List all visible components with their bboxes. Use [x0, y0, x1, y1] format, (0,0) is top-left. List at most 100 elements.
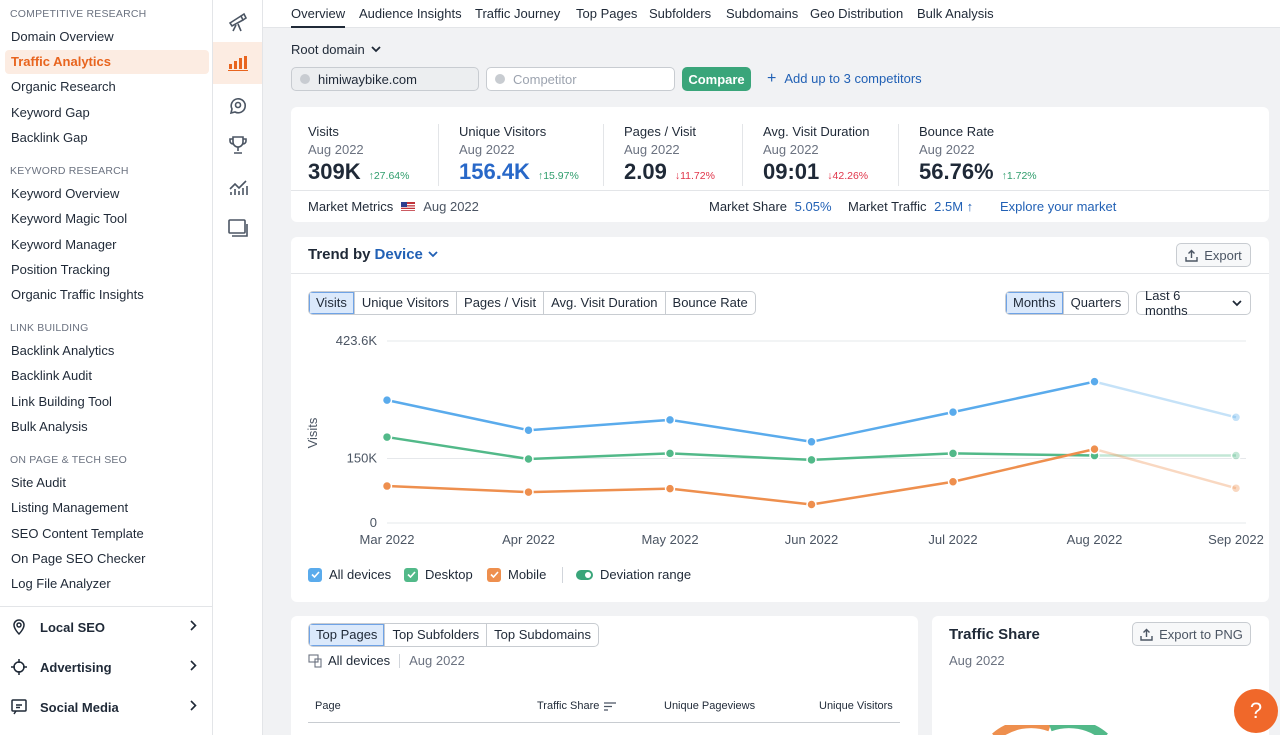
menu-item-organic-traffic-insights[interactable]: Organic Traffic Insights	[5, 283, 209, 307]
trend-title-prefix: Trend by	[308, 246, 371, 263]
menu-divider	[0, 606, 213, 607]
tab-top-pages-list[interactable]: Top Pages	[309, 624, 385, 646]
add-competitors-link[interactable]: + Add up to 3 competitors	[767, 69, 922, 87]
data-point	[947, 476, 959, 488]
bar-chart-icon[interactable]	[213, 42, 262, 84]
plus-icon: +	[767, 69, 777, 87]
trophy-icon[interactable]	[213, 124, 262, 166]
metric-tab-visits[interactable]: Visits	[309, 292, 354, 314]
root-domain-dropdown[interactable]: Root domain	[291, 42, 381, 57]
trend-chart: 0 150K 423.6K Visits Mar 2022 Apr 2022 May 202…	[305, 333, 1264, 547]
deviation-range-toggle[interactable]: Deviation range	[576, 567, 691, 582]
traffic-share-header-label: Traffic Share	[537, 700, 600, 712]
social-chat-icon	[10, 698, 28, 716]
data-point	[806, 454, 817, 466]
checkbox-checked-icon	[308, 567, 322, 582]
menu-item-keyword-overview[interactable]: Keyword Overview	[5, 182, 209, 206]
speech-bubble-icon[interactable]	[213, 84, 262, 126]
menu-group-advertising[interactable]: Advertising	[0, 650, 213, 684]
competitor-input[interactable]: Competitor	[486, 67, 675, 91]
tab-traffic-journey[interactable]: Traffic Journey	[475, 6, 560, 28]
data-point	[1230, 450, 1242, 461]
menu-item-bulk-analysis[interactable]: Bulk Analysis	[5, 415, 209, 439]
menu-group-social-media[interactable]: Social Media	[0, 690, 213, 724]
menu-item-backlink-analytics[interactable]: Backlink Analytics	[5, 339, 209, 363]
market-traffic: Market Traffic 2.5M ↑	[848, 199, 973, 214]
metric-delta-value: 11.72%	[680, 170, 715, 182]
period-tab-months[interactable]: Months	[1006, 292, 1063, 314]
menu-item-organic-research[interactable]: Organic Research	[5, 75, 209, 99]
column-header-page[interactable]: Page	[315, 700, 341, 712]
tab-geo-distribution[interactable]: Geo Distribution	[810, 6, 903, 28]
menu-item-position-tracking[interactable]: Position Tracking	[5, 258, 209, 282]
tab-audience-insights[interactable]: Audience Insights	[359, 6, 462, 28]
legend-mobile[interactable]: Mobile	[487, 567, 546, 582]
column-header-unique-visitors[interactable]: Unique Visitors	[819, 700, 893, 712]
export-button[interactable]: Export	[1176, 243, 1251, 267]
menu-item-keyword-manager[interactable]: Keyword Manager	[5, 233, 209, 257]
data-point	[523, 486, 534, 498]
tab-subdomains[interactable]: Subdomains	[726, 6, 798, 28]
metric-value: 156.4K	[459, 159, 530, 184]
metric-tab-bounce-rate[interactable]: Bounce Rate	[664, 292, 755, 314]
device-dropdown[interactable]: Device	[375, 246, 438, 263]
market-date: Aug 2022	[423, 199, 479, 214]
data-point	[1230, 412, 1242, 423]
tab-top-subdomains[interactable]: Top Subdomains	[486, 624, 598, 646]
period-tab-quarters[interactable]: Quarters	[1062, 292, 1129, 314]
domain-value: himiwaybike.com	[318, 71, 417, 87]
metric-value: 2.09	[624, 159, 667, 184]
metric-tab-unique-visitors[interactable]: Unique Visitors	[353, 292, 456, 314]
legend-desktop[interactable]: Desktop	[404, 567, 473, 582]
menu-item-listing-management[interactable]: Listing Management	[5, 496, 209, 520]
menu-item-domain-overview[interactable]: Domain Overview	[5, 25, 209, 49]
layers-icon[interactable]	[213, 207, 262, 249]
root-domain-label: Root domain	[291, 42, 365, 57]
help-button[interactable]: ?	[1234, 689, 1278, 733]
tab-overview[interactable]: Overview	[291, 6, 346, 28]
menu-section-heading: LINK BUILDING	[10, 322, 89, 334]
metric-tab-avg-visit-duration[interactable]: Avg. Visit Duration	[543, 292, 664, 314]
compare-button[interactable]: Compare	[682, 67, 751, 91]
metric-title: Avg. Visit Duration	[763, 124, 870, 139]
data-point	[806, 436, 817, 448]
top-pages-tabs: Top Pages Top Subfolders Top Subdomains	[308, 623, 600, 647]
legend-all-devices[interactable]: All devices	[308, 567, 391, 582]
metric-delta-value: 27.64%	[373, 170, 410, 182]
range-dropdown[interactable]: Last 6 months	[1136, 288, 1251, 318]
menu-group-local-seo[interactable]: Local SEO	[0, 610, 213, 644]
menu-item-seo-content-template[interactable]: SEO Content Template	[5, 522, 209, 546]
menu-item-keyword-gap[interactable]: Keyword Gap	[5, 101, 209, 125]
menu-item-backlink-gap[interactable]: Backlink Gap	[5, 126, 209, 150]
metric-date: Aug 2022	[459, 142, 515, 157]
tab-top-subfolders[interactable]: Top Subfolders	[384, 624, 486, 646]
menu-item-on-page-seo-checker[interactable]: On Page SEO Checker	[5, 547, 209, 571]
data-point	[381, 394, 393, 406]
menu-item-keyword-magic-tool[interactable]: Keyword Magic Tool	[5, 207, 209, 231]
metric-tab-pages-visit[interactable]: Pages / Visit	[456, 292, 543, 314]
telescope-icon[interactable]	[213, 0, 262, 42]
column-header-unique-pageviews[interactable]: Unique Pageviews	[664, 700, 755, 712]
menu-item-backlink-audit[interactable]: Backlink Audit	[5, 364, 209, 388]
metric-divider	[438, 124, 439, 186]
menu-item-log-file-analyzer[interactable]: Log File Analyzer	[5, 572, 209, 596]
menu-item-traffic-analytics[interactable]: Traffic Analytics	[5, 50, 209, 74]
menu-item-link-building-tool[interactable]: Link Building Tool	[5, 390, 209, 414]
period-tabs: Months Quarters	[1005, 291, 1130, 315]
menu-item-site-audit[interactable]: Site Audit	[5, 471, 209, 495]
chevron-right-icon	[190, 660, 197, 671]
domain-color-dot	[300, 74, 310, 84]
data-point	[947, 448, 959, 459]
tab-top-pages[interactable]: Top Pages	[576, 6, 637, 28]
tab-subfolders[interactable]: Subfolders	[649, 6, 711, 28]
column-header-traffic-share[interactable]: Traffic Share	[537, 700, 617, 712]
menu-group-label: Advertising	[40, 659, 112, 675]
trend-chart-icon[interactable]	[213, 166, 262, 208]
explore-market-link[interactable]: Explore your market	[1000, 199, 1116, 214]
domain-input[interactable]: himiwaybike.com	[291, 67, 479, 91]
market-traffic-value: 2.5M	[934, 199, 964, 214]
export-png-button[interactable]: Export to PNG	[1132, 622, 1251, 646]
market-share: Market Share 5.05%	[709, 199, 832, 214]
data-point	[523, 424, 534, 436]
tab-bulk-analysis[interactable]: Bulk Analysis	[917, 6, 994, 28]
